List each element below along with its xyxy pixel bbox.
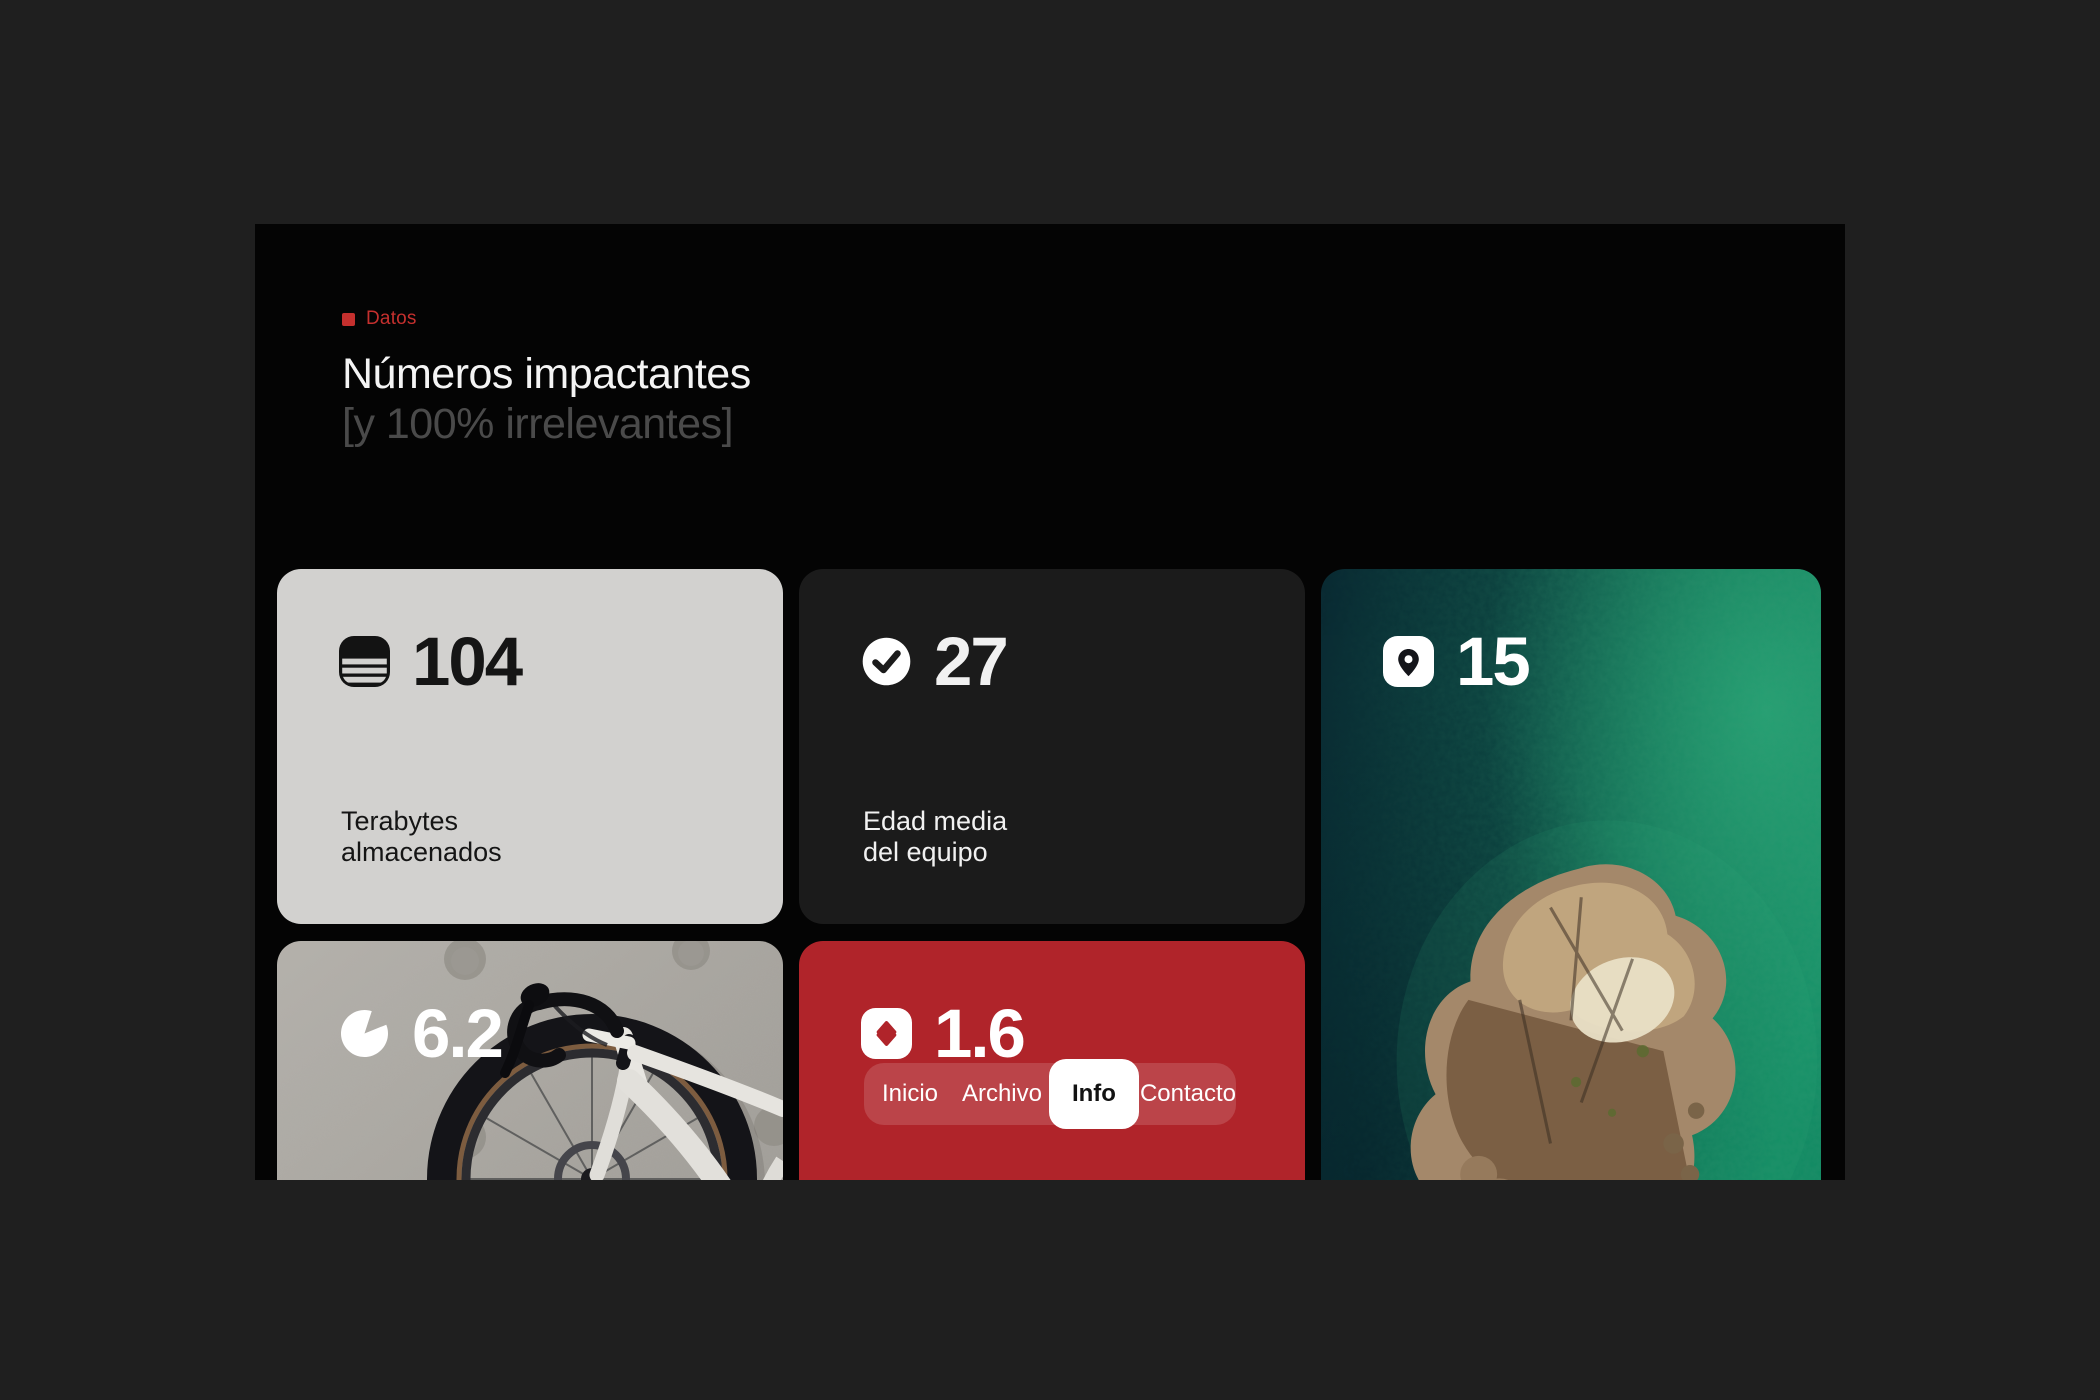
stat-card-locations: 15 [1321,569,1821,1180]
nav-item-label: Archivo [962,1080,1042,1108]
stat-label: Edad media del equipo [863,806,1007,868]
eyebrow: Datos [342,308,751,330]
nav-item-archivo[interactable]: Archivo [956,1063,1048,1125]
page-title: Números impactantes [342,349,751,399]
stat-value: 104 [412,627,521,696]
nav-item-active-pill: Info [1049,1059,1139,1129]
stat-value: 6.2 [412,999,502,1068]
stat-label: Terabytes almacenados [341,806,502,868]
nav-item-label: Inicio [882,1080,938,1108]
eyebrow-square-icon [342,313,355,326]
nav-item-inicio[interactable]: Inicio [864,1063,956,1125]
slide-canvas: Datos Números impactantes [y 100% irrele… [255,224,1845,1180]
stat-value: 15 [1456,627,1529,696]
nav-item-label: Contacto [1140,1080,1236,1108]
page-subtitle: [y 100% irrelevantes] [342,399,751,449]
eyebrow-label: Datos [366,308,417,330]
stat-row: 6.2 [339,999,502,1068]
stats-grid: 104 Terabytes almacenados 27 Edad media … [277,569,1821,1180]
stat-label-line: del equipo [863,837,988,867]
check-circle-icon [861,636,912,687]
stat-row: 104 [339,627,521,696]
location-pin-icon [1383,636,1434,687]
slide-header: Datos Números impactantes [y 100% irrele… [342,308,751,449]
sort-arrows-icon [861,1008,912,1059]
stat-card-edad-media: 27 Edad media del equipo [799,569,1305,924]
database-icon [339,636,390,687]
stat-row: 15 [1383,627,1529,696]
stat-card-promedio: 6.2 [277,941,783,1180]
stat-value: 27 [934,627,1007,696]
card-nav: Inicio Archivo Info Contacto [864,1063,1236,1125]
nav-item-info[interactable]: Info [1048,1063,1140,1125]
stat-card-ratio: 1.6 Inicio Archivo Info Contacto [799,941,1305,1180]
pie-chart-icon [339,1008,390,1059]
stat-card-terabytes: 104 Terabytes almacenados [277,569,783,924]
stat-row: 1.6 [861,999,1024,1068]
stat-label-line: Terabytes [341,806,458,836]
stat-label-line: almacenados [341,837,502,867]
stat-value: 1.6 [934,999,1024,1068]
stat-row: 27 [861,627,1007,696]
stat-label-line: Edad media [863,806,1007,836]
nav-item-contacto[interactable]: Contacto [1140,1063,1236,1125]
